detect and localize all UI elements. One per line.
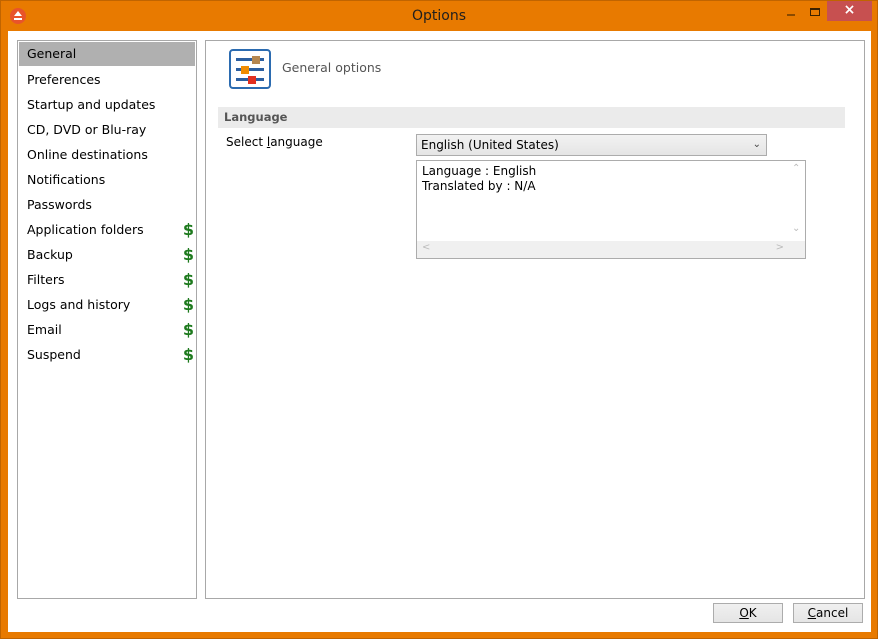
sidebar-item-label: Application folders [27,222,144,237]
sidebar-item-online-destinations[interactable]: Online destinations [18,142,196,167]
language-info-text: Language : English Translated by : N/A [422,164,536,194]
sidebar-item-backup[interactable]: Backup $ [18,242,196,267]
dollar-icon: $ [182,320,194,339]
dollar-icon: $ [182,345,194,364]
sidebar-item-application-folders[interactable]: Application folders $ [18,217,196,242]
sidebar-item-label: Logs and history [27,297,131,312]
language-select[interactable]: English (United States) ⌄ [416,134,767,156]
close-icon: × [843,2,856,18]
cancel-button[interactable]: Cancel [793,603,863,623]
sidebar-item-label: Passwords [27,197,92,212]
sidebar-item-label: Backup [27,247,73,262]
sidebar-item-email[interactable]: Email $ [18,317,196,342]
general-options-panel: General options Language Select language… [205,40,865,599]
chevron-down-icon: ⌄ [752,139,761,150]
options-category-list[interactable]: General Preferences Startup and updates CD,… [17,40,197,599]
sidebar-item-passwords[interactable]: Passwords [18,192,196,217]
scroll-down-icon[interactable]: ⌄ [792,223,800,234]
language-select-value: English (United States) [421,138,559,152]
ok-button[interactable]: OK [713,603,783,623]
translator-info-line: Translated by : N/A [422,179,536,193]
vertical-scrollbar[interactable]: ⌃ ⌄ [788,161,805,241]
sidebar-item-label: General [27,46,77,61]
sidebar-item-label: Email [27,322,62,337]
close-button[interactable]: × [827,1,872,21]
dollar-icon: $ [182,245,194,264]
dialog-body: General Preferences Startup and updates CD,… [8,31,871,632]
dollar-icon: $ [182,270,194,289]
options-window: Options × General Preferences Startup and … [0,0,878,639]
scroll-left-icon[interactable]: < [422,242,430,253]
sliders-icon [229,49,271,89]
sidebar-item-label: Filters [27,272,65,287]
title-bar[interactable]: Options × [1,1,877,31]
sidebar-item-startup-and-updates[interactable]: Startup and updates [18,92,196,117]
sidebar-item-label: Online destinations [27,147,148,162]
dollar-icon: $ [182,295,194,314]
minimize-icon [787,14,795,16]
sidebar-item-filters[interactable]: Filters $ [18,267,196,292]
language-section-header: Language [218,107,845,128]
sidebar-item-label: CD, DVD or Blu-ray [27,122,147,137]
sidebar-item-label: Startup and updates [27,97,156,112]
sidebar-item-suspend[interactable]: Suspend $ [18,342,196,367]
window-title: Options [411,8,467,24]
sidebar-item-label: Notifications [27,172,106,187]
select-language-label: Select language [226,135,323,149]
sidebar-item-preferences[interactable]: Preferences [18,67,196,92]
language-info-line: Language : English [422,164,537,178]
scroll-right-icon[interactable]: > [776,242,784,253]
language-info-box[interactable]: Language : English Translated by : N/A ⌃… [416,160,806,259]
panel-title: General options [282,60,382,75]
horizontal-scrollbar[interactable]: < > [417,241,789,258]
sidebar-item-cd-dvd-or-blu-ray[interactable]: CD, DVD or Blu-ray [18,117,196,142]
sidebar-item-logs-and-history[interactable]: Logs and history $ [18,292,196,317]
scroll-up-icon[interactable]: ⌃ [792,163,800,174]
scrollbar-corner [788,241,805,258]
dollar-icon: $ [182,220,194,239]
maximize-icon [810,8,820,16]
sidebar-item-label: Suspend [27,347,81,362]
sidebar-item-general[interactable]: General [19,42,195,66]
sidebar-item-label: Preferences [27,72,101,87]
sidebar-item-notifications[interactable]: Notifications [18,167,196,192]
